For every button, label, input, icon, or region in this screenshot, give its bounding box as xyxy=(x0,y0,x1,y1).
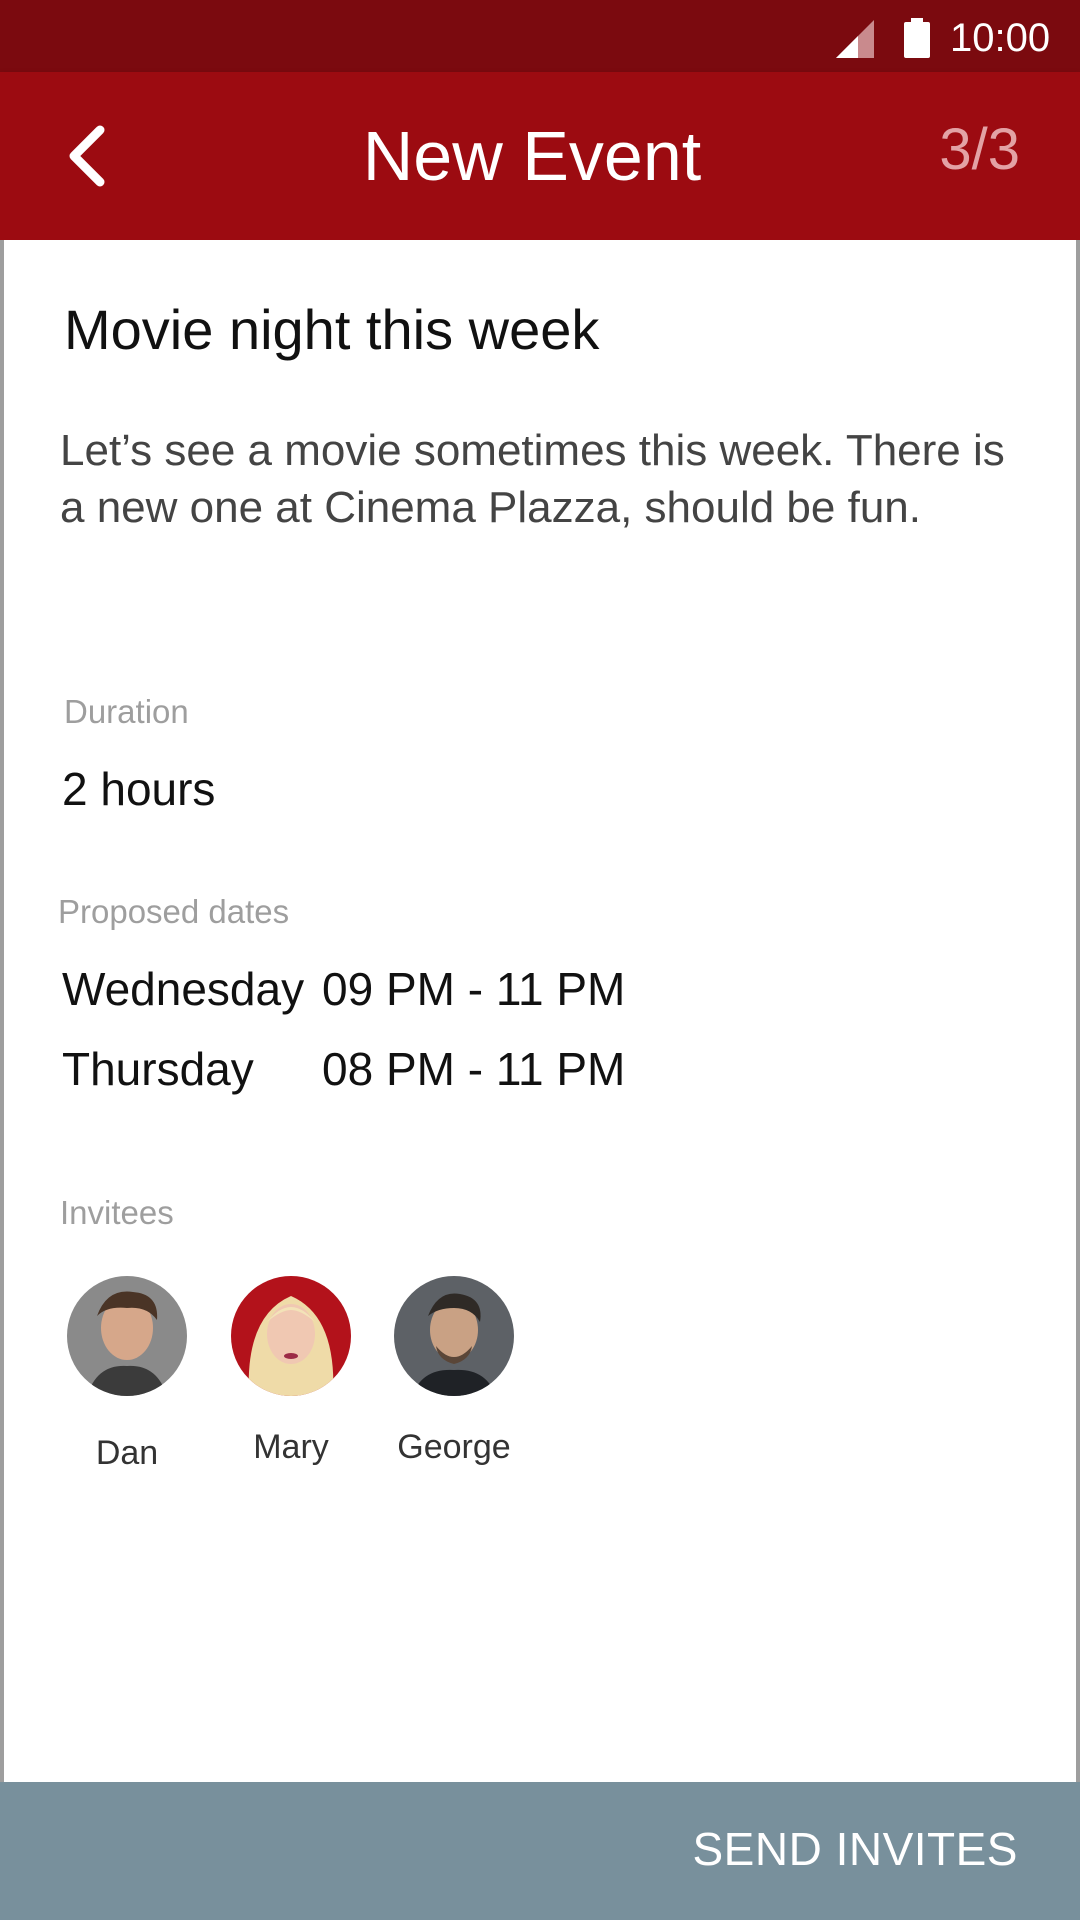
avatar xyxy=(67,1276,187,1396)
app-bar: New Event 3/3 xyxy=(0,72,1080,240)
proposed-date-time: 09 PM - 11 PM xyxy=(322,963,626,1015)
signal-icon xyxy=(836,20,874,58)
invitee-mary[interactable]: Mary xyxy=(221,1276,361,1467)
invitee-name: Dan xyxy=(95,1434,159,1472)
battery-icon xyxy=(904,18,930,58)
avatar xyxy=(394,1276,514,1396)
duration-label: Duration xyxy=(64,693,189,730)
event-title: Movie night this week xyxy=(64,298,600,361)
new-event-screen: 10:00 New Event 3/3 Movie night this wee… xyxy=(0,0,1080,1920)
back-button[interactable] xyxy=(48,112,128,200)
step-counter: 3/3 xyxy=(939,117,1020,182)
bottom-action-bar: SEND INVITES xyxy=(0,1782,1080,1920)
duration-value: 2 hours xyxy=(62,763,216,815)
proposed-date-time: 08 PM - 11 PM xyxy=(322,1043,626,1095)
status-time: 10:00 xyxy=(950,16,1051,60)
invitees-label: Invitees xyxy=(60,1194,174,1231)
invitee-name: Mary xyxy=(253,1428,329,1466)
event-description: Let’s see a movie sometimes this week. T… xyxy=(60,426,1005,532)
event-summary: Movie night this week Let’s see a movie … xyxy=(0,240,1080,1782)
invitee-george[interactable]: George xyxy=(384,1276,524,1467)
avatar xyxy=(231,1276,351,1396)
send-invites-button[interactable]: SEND INVITES xyxy=(692,1782,1018,1920)
status-bar: 10:00 xyxy=(0,0,1080,72)
proposed-date-day: Wednesday xyxy=(62,963,305,1015)
invitee-dan[interactable]: Dan xyxy=(57,1276,197,1473)
proposed-date-day: Thursday xyxy=(62,1043,254,1095)
chevron-left-icon xyxy=(69,125,105,187)
invitee-name: George xyxy=(397,1428,511,1466)
page-title: New Event xyxy=(362,117,702,195)
proposed-dates-label: Proposed dates xyxy=(58,893,290,930)
